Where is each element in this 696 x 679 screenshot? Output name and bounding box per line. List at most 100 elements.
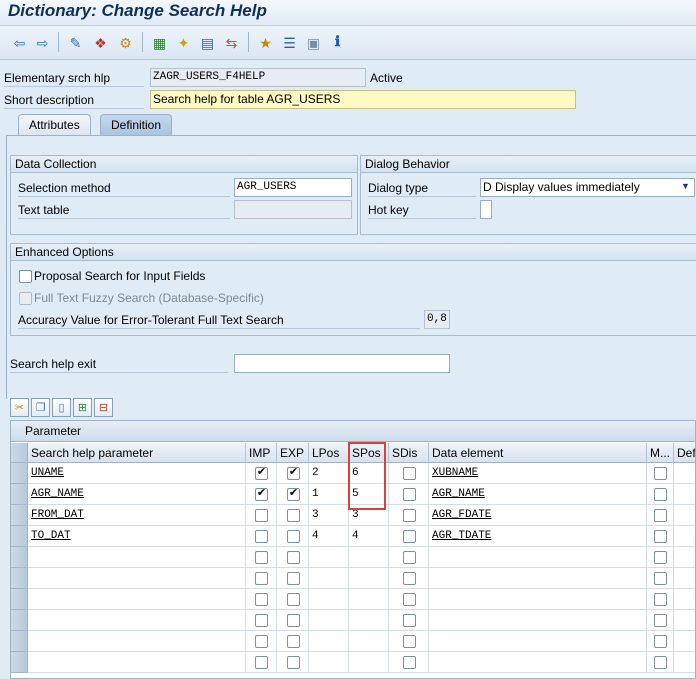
- exp-checkbox[interactable]: [287, 572, 300, 585]
- row-selector[interactable]: [11, 568, 28, 589]
- mandatory-checkbox[interactable]: [654, 467, 667, 480]
- mandatory-checkbox[interactable]: [654, 551, 667, 564]
- row-selector[interactable]: [11, 526, 28, 547]
- row-selector[interactable]: [11, 463, 28, 484]
- header-row-selector[interactable]: [11, 443, 28, 463]
- cell-default[interactable]: [674, 631, 695, 652]
- mandatory-checkbox[interactable]: [654, 593, 667, 606]
- object-list-icon[interactable]: ▤: [198, 33, 217, 52]
- insert-row-icon[interactable]: ⊞: [73, 398, 92, 417]
- cell-lpos[interactable]: 3: [309, 505, 349, 526]
- column-header-mandatory[interactable]: M...: [647, 443, 674, 463]
- cell-search-help-parameter[interactable]: [28, 547, 246, 568]
- hot-key-input[interactable]: [480, 200, 492, 219]
- documentation-icon[interactable]: ▣: [304, 33, 323, 52]
- cell-spos[interactable]: 4: [349, 526, 389, 547]
- back-arrow-icon[interactable]: ⇦: [10, 33, 29, 52]
- imp-checkbox[interactable]: [255, 509, 268, 522]
- column-header-lpos[interactable]: LPos: [309, 443, 349, 463]
- check-icon[interactable]: ▦: [150, 33, 169, 52]
- cell-spos[interactable]: [349, 568, 389, 589]
- row-selector[interactable]: [11, 631, 28, 652]
- cell-data-element[interactable]: [429, 652, 647, 673]
- hierarchy-icon[interactable]: ★: [256, 33, 275, 52]
- cell-search-help-parameter[interactable]: [28, 652, 246, 673]
- row-selector[interactable]: [11, 652, 28, 673]
- cell-default[interactable]: [674, 484, 695, 505]
- exp-checkbox[interactable]: [287, 656, 300, 669]
- selection-method-input[interactable]: AGR_USERS: [234, 178, 352, 197]
- other-object-icon[interactable]: ❖: [91, 33, 110, 52]
- column-header-sdis[interactable]: SDis: [389, 443, 429, 463]
- cell-data-element[interactable]: AGR_NAME: [429, 484, 647, 505]
- cell-search-help-parameter[interactable]: AGR_NAME: [28, 484, 246, 505]
- mandatory-checkbox[interactable]: [654, 509, 667, 522]
- cell-lpos[interactable]: [309, 631, 349, 652]
- delete-row-icon[interactable]: ⊟: [94, 398, 113, 417]
- mandatory-checkbox[interactable]: [654, 614, 667, 627]
- forward-arrow-icon[interactable]: ⇨: [33, 33, 52, 52]
- imp-checkbox[interactable]: [255, 593, 268, 606]
- display-change-icon[interactable]: ✎: [66, 33, 85, 52]
- cell-default[interactable]: [674, 463, 695, 484]
- sdis-checkbox[interactable]: [403, 551, 416, 564]
- imp-checked-icon[interactable]: ✔: [255, 488, 268, 501]
- row-selector[interactable]: [11, 589, 28, 610]
- where-used-icon[interactable]: ✦: [174, 33, 193, 52]
- cell-lpos[interactable]: [309, 568, 349, 589]
- cell-search-help-parameter[interactable]: [28, 631, 246, 652]
- cell-spos[interactable]: [349, 610, 389, 631]
- exp-checked-icon[interactable]: ✔: [287, 488, 300, 501]
- search-help-exit-input[interactable]: [234, 354, 450, 373]
- cell-default[interactable]: [674, 505, 695, 526]
- exp-checkbox[interactable]: [287, 614, 300, 627]
- row-selector[interactable]: [11, 610, 28, 631]
- cell-data-element[interactable]: XUBNAME: [429, 463, 647, 484]
- proposal-search-checkbox[interactable]: [19, 270, 32, 283]
- tab-definition[interactable]: Definition: [100, 114, 173, 136]
- cell-lpos[interactable]: 4: [309, 526, 349, 547]
- imp-checkbox[interactable]: [255, 572, 268, 585]
- exp-checkbox[interactable]: [287, 593, 300, 606]
- mandatory-checkbox[interactable]: [654, 530, 667, 543]
- exp-checked-icon[interactable]: ✔: [287, 467, 300, 480]
- cell-lpos[interactable]: [309, 547, 349, 568]
- column-header-default[interactable]: Defa: [674, 443, 695, 463]
- sdis-checkbox[interactable]: [403, 467, 416, 480]
- sdis-checkbox[interactable]: [403, 509, 416, 522]
- copy-row-icon[interactable]: ❐: [31, 398, 50, 417]
- imp-checkbox[interactable]: [255, 614, 268, 627]
- cell-search-help-parameter[interactable]: TO_DAT: [28, 526, 246, 547]
- tab-attributes[interactable]: Attributes: [18, 114, 91, 136]
- cell-lpos[interactable]: 1: [309, 484, 349, 505]
- cell-default[interactable]: [674, 652, 695, 673]
- cell-default[interactable]: [674, 547, 695, 568]
- mandatory-checkbox[interactable]: [654, 572, 667, 585]
- dialog-type-select[interactable]: D Display values immediately: [480, 178, 695, 197]
- cell-data-element[interactable]: [429, 568, 647, 589]
- column-header-search-help-parameter[interactable]: Search help parameter: [28, 443, 246, 463]
- sdis-checkbox[interactable]: [403, 614, 416, 627]
- exp-checkbox[interactable]: [287, 635, 300, 648]
- cell-spos[interactable]: [349, 652, 389, 673]
- cell-search-help-parameter[interactable]: UNAME: [28, 463, 246, 484]
- cut-row-icon[interactable]: ✂: [10, 398, 29, 417]
- cell-data-element[interactable]: AGR_FDATE: [429, 505, 647, 526]
- info-icon[interactable]: ℹ: [328, 33, 347, 52]
- structure-icon[interactable]: ☰: [280, 33, 299, 52]
- cell-data-element[interactable]: [429, 610, 647, 631]
- cell-data-element[interactable]: [429, 547, 647, 568]
- imp-checked-icon[interactable]: ✔: [255, 467, 268, 480]
- imp-checkbox[interactable]: [255, 635, 268, 648]
- short-description-field[interactable]: Search help for table AGR_USERS: [150, 90, 576, 109]
- row-selector[interactable]: [11, 484, 28, 505]
- imp-checkbox[interactable]: [255, 656, 268, 669]
- cell-data-element[interactable]: [429, 631, 647, 652]
- column-header-imp[interactable]: IMP: [246, 443, 277, 463]
- cell-default[interactable]: [674, 589, 695, 610]
- sdis-checkbox[interactable]: [403, 656, 416, 669]
- mandatory-checkbox[interactable]: [654, 635, 667, 648]
- cell-default[interactable]: [674, 610, 695, 631]
- column-header-exp[interactable]: EXP: [277, 443, 309, 463]
- row-selector[interactable]: [11, 547, 28, 568]
